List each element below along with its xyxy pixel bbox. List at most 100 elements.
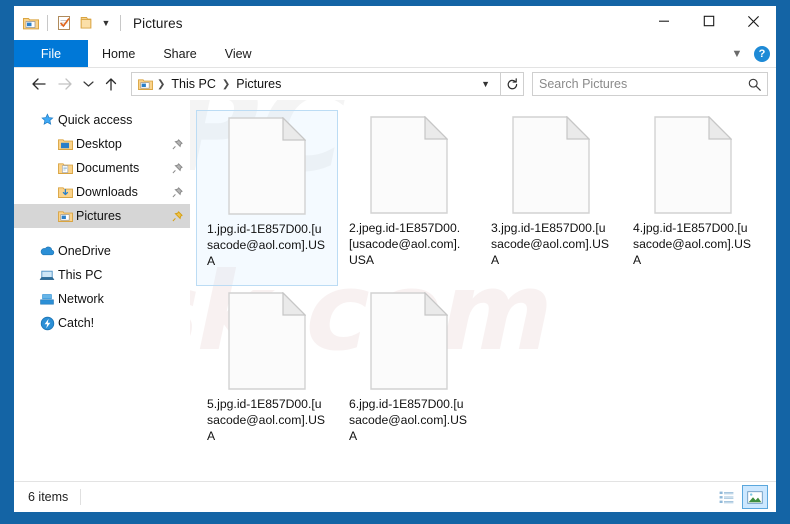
forward-button[interactable]	[52, 71, 78, 97]
file-list-view[interactable]: PC risk.com 1.jpg.id-1E857D00.[usacode@a…	[190, 100, 776, 481]
file-item[interactable]: 1.jpg.id-1E857D00.[usacode@aol.com].USA	[196, 110, 338, 286]
file-icon	[370, 115, 449, 214]
sidebar-item-downloads[interactable]: Downloads	[14, 180, 190, 204]
close-button[interactable]	[731, 6, 776, 36]
file-icon	[370, 291, 449, 390]
status-separator	[80, 489, 82, 505]
sidebar-item-network[interactable]: Network	[14, 287, 190, 311]
search-box[interactable]: Search Pictures	[532, 72, 768, 96]
ribbon-divider	[14, 67, 776, 68]
sidebar-item-catch[interactable]: Catch!	[14, 311, 190, 335]
breadcrumb[interactable]: ❯ This PC ❯ Pictures ▼	[131, 72, 501, 96]
file-item[interactable]: 4.jpg.id-1E857D00.[usacode@aol.com].USA	[622, 110, 764, 286]
sidebar-item-label: Downloads	[76, 185, 138, 199]
desktop-background: ▼ Pictures File Home Share View ▼ ? ❯ Th…	[0, 0, 790, 524]
folder-properties-icon[interactable]	[20, 11, 42, 35]
tab-home[interactable]: Home	[88, 40, 149, 68]
chevron-down-icon[interactable]: ▼	[728, 48, 746, 60]
recent-locations-button[interactable]	[78, 71, 98, 97]
search-input[interactable]: Search Pictures	[539, 77, 744, 91]
file-name: 3.jpg.id-1E857D00.[usacode@aol.com].USA	[491, 221, 610, 267]
file-item[interactable]: 3.jpg.id-1E857D00.[usacode@aol.com].USA	[480, 110, 622, 286]
sidebar-item-quick-access[interactable]: Quick access	[14, 108, 190, 132]
breadcrumb-pictures[interactable]: Pictures	[233, 77, 284, 91]
details-view-icon[interactable]	[714, 486, 738, 508]
navigation-pane: Quick access Desktop Documents Downloads…	[14, 100, 190, 481]
minimize-button[interactable]	[641, 6, 686, 36]
star-pin-icon	[36, 112, 58, 128]
explorer-body: Quick access Desktop Documents Downloads…	[14, 100, 776, 481]
sidebar-item-label: Pictures	[76, 209, 122, 223]
folder-downloads-icon	[54, 186, 76, 199]
pin-icon[interactable]	[170, 162, 184, 174]
file-name: 6.jpg.id-1E857D00.[usacode@aol.com].USA	[349, 397, 468, 443]
file-name: 1.jpg.id-1E857D00.[usacode@aol.com].USA	[207, 222, 326, 268]
folder-documents-icon	[54, 162, 76, 175]
tab-share[interactable]: Share	[149, 40, 210, 68]
sidebar-item-desktop[interactable]: Desktop	[14, 132, 190, 156]
sidebar-item-label: Quick access	[58, 113, 133, 127]
file-grid: 1.jpg.id-1E857D00.[usacode@aol.com].USA …	[196, 110, 776, 462]
address-bar: ❯ This PC ❯ Pictures ▼ Search Pictures	[14, 68, 776, 100]
folder-desktop-icon	[54, 138, 76, 151]
breadcrumb-this-pc[interactable]: This PC	[168, 77, 218, 91]
up-button[interactable]	[98, 71, 124, 97]
item-count-label: 6 items	[28, 490, 69, 504]
large-icons-view-icon[interactable]	[742, 485, 768, 509]
properties-icon[interactable]	[53, 11, 75, 35]
folder-pictures-icon	[136, 78, 154, 91]
breadcrumb-separator: ❯	[221, 78, 231, 90]
chevron-down-icon[interactable]: ▼	[477, 79, 496, 89]
pin-icon[interactable]	[170, 138, 184, 150]
file-icon	[228, 291, 307, 390]
network-icon	[36, 293, 58, 306]
sidebar-item-label: Catch!	[58, 316, 95, 330]
tab-view[interactable]: View	[211, 40, 266, 68]
file-item[interactable]: 5.jpg.id-1E857D00.[usacode@aol.com].USA	[196, 286, 338, 462]
help-icon[interactable]: ?	[754, 46, 770, 62]
tab-file[interactable]: File	[14, 40, 88, 68]
chevron-down-icon[interactable]: ▼	[97, 11, 115, 35]
quick-access-toolbar: ▼	[14, 11, 126, 35]
sidebar-item-onedrive[interactable]: OneDrive	[14, 239, 190, 263]
ribbon-right-controls: ▼ ?	[728, 40, 770, 68]
breadcrumb-separator: ❯	[157, 78, 166, 90]
view-mode-buttons	[714, 485, 768, 509]
pin-icon[interactable]	[170, 186, 184, 198]
sidebar-item-label: Network	[58, 292, 104, 306]
sidebar-item-label: This PC	[58, 268, 103, 282]
new-folder-icon[interactable]	[75, 11, 97, 35]
file-explorer-window: ▼ Pictures File Home Share View ▼ ? ❯ Th…	[14, 6, 776, 512]
file-name: 5.jpg.id-1E857D00.[usacode@aol.com].USA	[207, 397, 326, 443]
back-button[interactable]	[26, 71, 52, 97]
file-name: 4.jpg.id-1E857D00.[usacode@aol.com].USA	[633, 221, 752, 267]
refresh-button[interactable]	[501, 72, 524, 96]
sidebar-item-this-pc[interactable]: This PC	[14, 263, 190, 287]
file-item[interactable]: 2.jpeg.id-1E857D00.[usacode@aol.com].USA	[338, 110, 480, 286]
maximize-button[interactable]	[686, 6, 731, 36]
folder-pictures-icon	[54, 210, 76, 223]
title-bar: ▼ Pictures	[14, 6, 776, 40]
window-controls	[641, 6, 776, 36]
sidebar-item-pictures[interactable]: Pictures	[14, 204, 190, 228]
this-pc-icon	[36, 269, 58, 282]
search-icon	[748, 78, 761, 91]
file-icon	[654, 115, 733, 214]
sidebar-item-documents[interactable]: Documents	[14, 156, 190, 180]
pin-icon[interactable]	[170, 210, 184, 222]
sidebar-item-label: Desktop	[76, 137, 122, 151]
file-icon	[228, 116, 307, 215]
window-title: Pictures	[133, 15, 183, 31]
status-bar: 6 items	[14, 481, 776, 512]
sidebar-item-label: OneDrive	[58, 244, 111, 258]
catch-icon	[36, 316, 58, 331]
file-icon	[512, 115, 591, 214]
toolbar-separator-1	[47, 15, 48, 31]
ribbon-tab-bar: File Home Share View ▼ ?	[14, 40, 776, 68]
sidebar-item-label: Documents	[76, 161, 140, 175]
file-name: 2.jpeg.id-1E857D00.[usacode@aol.com].USA	[349, 221, 461, 267]
onedrive-cloud-icon	[36, 245, 58, 257]
file-item[interactable]: 6.jpg.id-1E857D00.[usacode@aol.com].USA	[338, 286, 480, 462]
toolbar-separator-2	[120, 15, 121, 31]
